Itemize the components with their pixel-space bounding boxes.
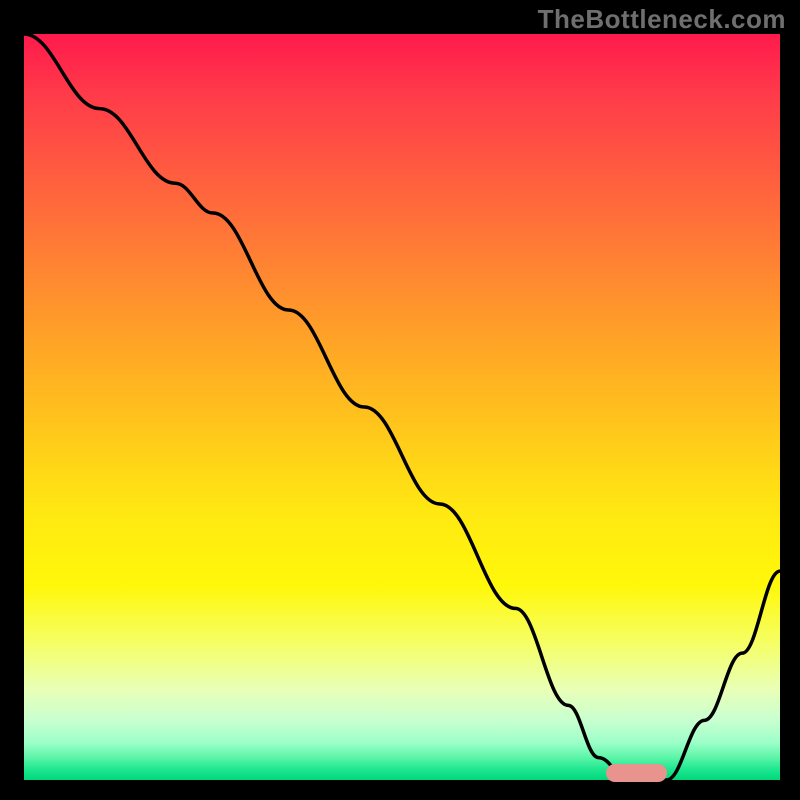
bottleneck-curve: [24, 34, 780, 780]
chart-container: TheBottleneck.com: [0, 0, 800, 800]
curve-path: [24, 34, 780, 780]
optimal-band-marker: [606, 764, 666, 782]
plot-area: [22, 32, 782, 782]
watermark-text: TheBottleneck.com: [538, 4, 786, 35]
